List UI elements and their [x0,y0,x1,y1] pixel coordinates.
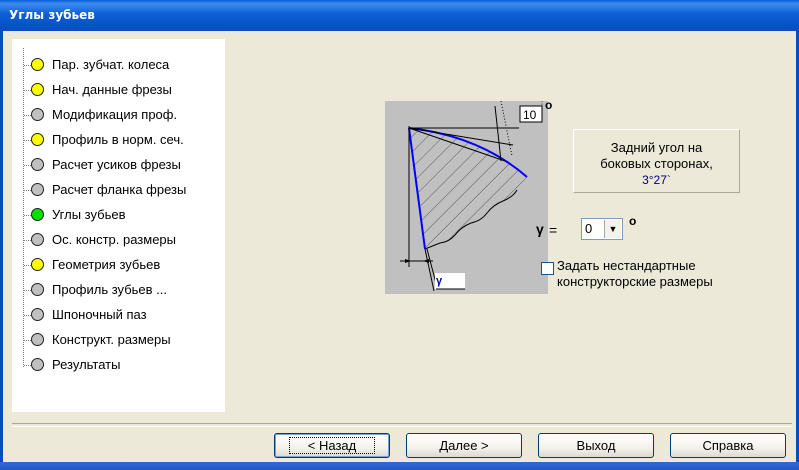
back-button[interactable]: < Назад [274,433,390,458]
help-button-label: Справка [702,438,754,453]
tree-item-label: Шпоночный паз [52,307,147,322]
gamma-selected-value: 0 [585,221,593,236]
gamma-equals: = [549,222,558,238]
status-dot-icon [31,133,44,146]
status-dot-icon [31,108,44,121]
tree-connector-line [23,48,24,368]
status-dot-icon [31,83,44,96]
status-dot-icon [31,158,44,171]
window-frame-left [0,31,3,470]
button-separator [12,423,792,427]
exit-button[interactable]: Выход [538,433,654,458]
clearance-angle-label-line2: боковых сторонах, [600,156,713,171]
status-dot-icon [31,58,44,71]
gamma-label: γ [536,221,544,237]
diagram-angle-value: 10 [523,108,537,122]
tree-item-label: Углы зубьев [52,207,126,222]
tree-item-label: Геометрия зубьев [52,257,161,272]
status-dot-icon [31,333,44,346]
tree-item-label: Расчет фланка фрезы [52,182,187,197]
clearance-angle-label-line1: Задний угол на [610,140,703,155]
diagram-degree-symbol: o [545,98,553,112]
clearance-angle-value: 3°27` [642,173,671,187]
status-dot-icon [31,233,44,246]
tree-item-label: Пар. зубчат. колеса [52,57,170,72]
status-dot-icon [31,358,44,371]
gamma-degree-symbol: o [629,214,637,228]
tooth-profile-drawing [400,100,543,292]
tree-item-label: Профиль в норм. сеч. [52,132,184,147]
custom-dimensions-label[interactable]: Задать нестандартные конструкторские раз… [557,258,777,290]
tree-item-label: Профиль зубьев ... [52,282,167,297]
custom-dimensions-label-line2: конструкторские размеры [557,274,713,289]
custom-dimensions-label-line1: Задать нестандартные [557,258,696,273]
status-dot-icon [31,208,44,221]
diagram-gamma-symbol: γ [436,275,443,287]
clearance-angle-panel: Задний угол на боковых сторонах, 3°27` [573,129,740,193]
tree-item-label: Конструкт. размеры [52,332,171,347]
window-title: Углы зубьев [9,8,95,22]
status-dot-icon [31,308,44,321]
exit-button-label: Выход [576,438,616,453]
gamma-select[interactable]: 0 ▼ [581,218,623,240]
next-button-label: Далее > [439,438,489,453]
title-bar[interactable]: Углы зубьев [0,0,799,31]
taskbar-strip [0,462,799,470]
status-dot-icon [31,283,44,296]
status-dot-icon [31,183,44,196]
tree-item-label: Расчет усиков фрезы [52,157,181,172]
tree-item-label: Модификация проф. [52,107,178,122]
tree-item-label: Нач. данные фрезы [52,82,172,97]
tree-item-label: Результаты [52,357,121,372]
tree-item-label: Ос. констр. размеры [52,232,177,247]
next-button[interactable]: Далее > [406,433,522,458]
help-button[interactable]: Справка [670,433,786,458]
tooth-angle-diagram: 10 o γ [385,98,552,294]
status-dot-icon [31,258,44,271]
dropdown-arrow-icon[interactable]: ▼ [604,220,621,238]
back-button-label: < Назад [288,437,376,454]
custom-dimensions-checkbox[interactable] [541,262,554,275]
